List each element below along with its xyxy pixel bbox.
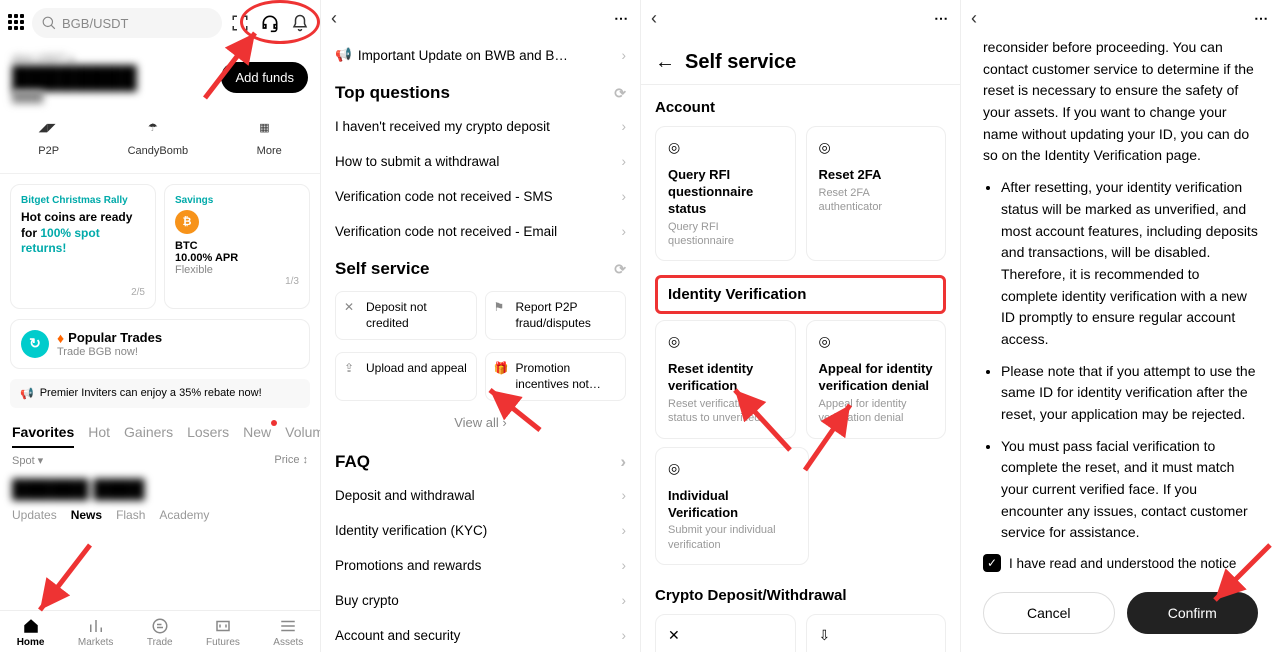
card-reset-2fa[interactable]: ◎Reset 2FAReset 2FA authenticator bbox=[806, 126, 947, 261]
chevron-right-icon: › bbox=[622, 48, 627, 63]
popular-trades[interactable]: ↻ ♦Popular Trades Trade BGB now! bbox=[10, 319, 310, 369]
self-service-screen: ‹ ⋯ ← Self service Account Identity Verif… bbox=[640, 0, 960, 652]
tab-favorites[interactable]: Favorites bbox=[12, 418, 74, 448]
headset-icon[interactable] bbox=[258, 11, 282, 35]
card-individual-verification[interactable]: ◎Individual VerificationSubmit your indi… bbox=[655, 447, 809, 565]
nav-home[interactable]: Home bbox=[17, 617, 45, 648]
card-reset-identity[interactable]: ◎Reset identity verificationReset verifi… bbox=[655, 320, 796, 438]
tab-hot[interactable]: Hot bbox=[88, 418, 110, 448]
apps-icon[interactable] bbox=[8, 14, 26, 32]
refresh-icon[interactable]: ⟳ bbox=[614, 261, 626, 278]
sort-price[interactable]: Price ↕ bbox=[274, 454, 308, 467]
more-icon[interactable]: ⋯ bbox=[614, 10, 630, 27]
page-title: Self service bbox=[685, 51, 796, 74]
market-tabs: Favorites Hot Gainers Losers New Volume bbox=[0, 418, 320, 448]
svc-upload-appeal[interactable]: ⇪Upload and appeal bbox=[335, 352, 477, 401]
megaphone-icon: 📢 bbox=[20, 387, 34, 400]
help-center: ‹ ⋯ 📢Important Update on BWB and B… › To… bbox=[320, 0, 640, 652]
back-arrow-icon[interactable]: ← bbox=[655, 51, 675, 74]
nav-trade[interactable]: Trade bbox=[147, 617, 173, 648]
nav-markets[interactable]: Markets bbox=[78, 617, 114, 648]
home-screen: BGB/USDT alue USDT ▴ ████████ ████ Add f… bbox=[0, 0, 320, 652]
announcement-banner[interactable]: 📢 Premier Inviters can enjoy a 35% rebat… bbox=[10, 379, 310, 408]
tab-news[interactable]: News bbox=[71, 508, 102, 522]
svc-report-p2p[interactable]: ⚑Report P2P fraud/disputes bbox=[485, 291, 627, 340]
back-icon[interactable]: ‹ bbox=[651, 8, 657, 29]
refresh-icon[interactable]: ⟳ bbox=[614, 85, 626, 102]
card-deposit[interactable]: ⇩Deposit bbox=[806, 614, 947, 652]
news-tabs: Updates News Flash Academy bbox=[0, 506, 320, 526]
faq-category[interactable]: Promotions and rewards› bbox=[321, 548, 640, 583]
card-deposit-not-credited[interactable]: ✕Deposit not credited bbox=[655, 614, 796, 652]
more-icon[interactable]: ⋯ bbox=[934, 10, 950, 27]
tab-losers[interactable]: Losers bbox=[187, 418, 229, 448]
scan-icon[interactable] bbox=[228, 11, 252, 35]
acknowledge-checkbox[interactable]: ✓ I have read and understood the notice bbox=[961, 544, 1280, 582]
svc-deposit-not-credited[interactable]: ✕Deposit not credited bbox=[335, 291, 477, 340]
faq-category[interactable]: Deposit and withdrawal› bbox=[321, 478, 640, 513]
notice-body: reconsider before proceeding. You can co… bbox=[961, 37, 1280, 544]
faq-item[interactable]: How to submit a withdrawal› bbox=[321, 144, 640, 179]
back-icon[interactable]: ‹ bbox=[331, 8, 337, 29]
faq-category[interactable]: Identity verification (KYC)› bbox=[321, 513, 640, 548]
topbar: BGB/USDT bbox=[0, 0, 320, 46]
cancel-button[interactable]: Cancel bbox=[983, 592, 1115, 634]
svc-promotion[interactable]: 🎁Promotion incentives not… bbox=[485, 352, 627, 401]
shortcut-p2p[interactable]: ◢◤P2P bbox=[38, 121, 59, 157]
section-faq: FAQ bbox=[335, 452, 370, 472]
wallet-header: alue USDT ▴ ████████ ████ Add funds bbox=[0, 46, 320, 113]
tab-academy[interactable]: Academy bbox=[159, 508, 209, 522]
add-funds-button[interactable]: Add funds bbox=[221, 62, 308, 93]
nav-futures[interactable]: Futures bbox=[206, 617, 240, 648]
nav-assets[interactable]: Assets bbox=[273, 617, 303, 648]
back-icon[interactable]: ‹ bbox=[971, 8, 977, 29]
section-self-service: Self service bbox=[335, 259, 430, 279]
swap-icon: ↻ bbox=[21, 330, 49, 358]
bottom-nav: Home Markets Trade Futures Assets bbox=[0, 610, 320, 652]
section-account: Account bbox=[641, 85, 960, 126]
bell-icon[interactable] bbox=[288, 11, 312, 35]
announcement-row[interactable]: 📢Important Update on BWB and B… › bbox=[321, 37, 640, 73]
more-icon[interactable]: ⋯ bbox=[1254, 10, 1270, 27]
tab-flash[interactable]: Flash bbox=[116, 508, 145, 522]
search-input[interactable]: BGB/USDT bbox=[32, 8, 222, 38]
confirm-button[interactable]: Confirm bbox=[1127, 592, 1259, 634]
tab-updates[interactable]: Updates bbox=[12, 508, 57, 522]
checkbox-checked-icon: ✓ bbox=[983, 554, 1001, 572]
balance-label: alue USDT ▴ bbox=[12, 52, 137, 65]
filter-spot[interactable]: Spot ▾ bbox=[12, 454, 43, 467]
promo-card-rally[interactable]: Bitget Christmas Rally Hot coins are rea… bbox=[10, 184, 156, 309]
faq-item[interactable]: Verification code not received - Email› bbox=[321, 214, 640, 249]
section-crypto-deposit: Crypto Deposit/Withdrawal bbox=[641, 573, 960, 614]
card-appeal-denial[interactable]: ◎Appeal for identity verification denial… bbox=[806, 320, 947, 438]
btc-icon: ₿ bbox=[175, 210, 199, 234]
section-identity-verification: Identity Verification bbox=[655, 275, 946, 314]
tab-gainers[interactable]: Gainers bbox=[124, 418, 173, 448]
faq-category[interactable]: Account and security› bbox=[321, 618, 640, 652]
promo-card-savings[interactable]: Savings ₿ BTC 10.00% APR Flexible 1/3 bbox=[164, 184, 310, 309]
search-icon bbox=[42, 16, 56, 30]
reset-notice-screen: ‹ ⋯ reconsider before proceeding. You ca… bbox=[960, 0, 1280, 652]
faq-item[interactable]: Verification code not received - SMS› bbox=[321, 179, 640, 214]
tab-new[interactable]: New bbox=[243, 418, 271, 448]
shortcut-more[interactable]: ▦More bbox=[257, 121, 282, 157]
megaphone-icon: 📢 bbox=[335, 47, 352, 63]
view-all-link[interactable]: View all › bbox=[321, 407, 640, 442]
section-top-questions: Top questions bbox=[335, 83, 450, 103]
card-query-rfi[interactable]: ◎Query RFI questionnaire statusQuery RFI… bbox=[655, 126, 796, 261]
faq-category[interactable]: Buy crypto› bbox=[321, 583, 640, 618]
shortcuts: ◢◤P2P ☂CandyBomb ▦More bbox=[0, 113, 320, 174]
shortcut-candybomb[interactable]: ☂CandyBomb bbox=[128, 121, 189, 157]
tab-volume[interactable]: Volume bbox=[285, 418, 320, 448]
faq-item[interactable]: I haven't received my crypto deposit› bbox=[321, 109, 640, 144]
